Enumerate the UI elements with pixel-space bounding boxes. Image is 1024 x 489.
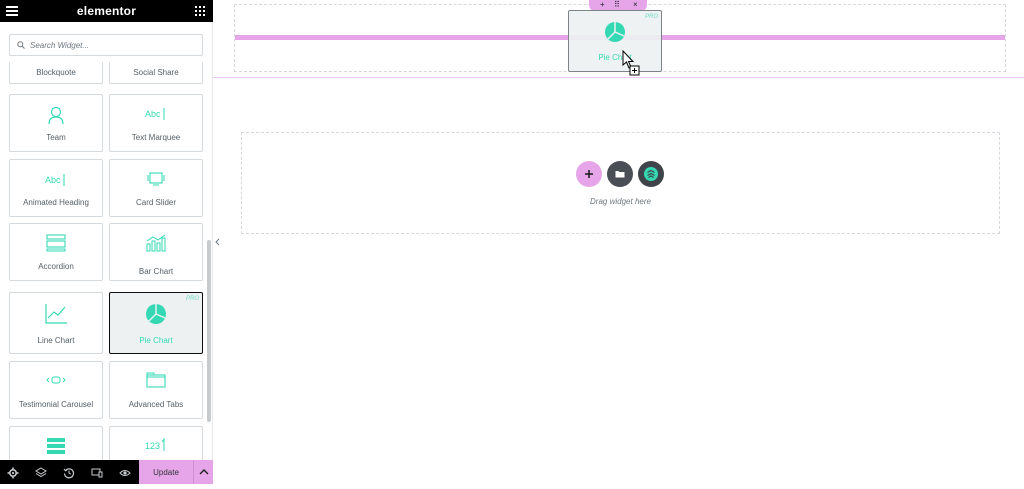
- widget-tile-line-chart[interactable]: Line Chart: [9, 292, 103, 354]
- panel-header: elementor: [0, 0, 213, 22]
- add-template-button[interactable]: [607, 161, 633, 187]
- search-box: [9, 34, 203, 56]
- svg-text:Abc: Abc: [145, 109, 161, 119]
- widget-label: Team: [46, 133, 66, 142]
- history-icon[interactable]: [63, 466, 75, 479]
- plus-icon: [585, 170, 593, 178]
- search-icon: [17, 41, 25, 49]
- widget-tile-accordion[interactable]: Accordion: [9, 223, 103, 281]
- widget-tile-pie-chart[interactable]: PRO Pie Chart: [109, 292, 203, 354]
- update-options-chevron-up-icon[interactable]: [193, 460, 213, 484]
- widget-tile-text-marquee[interactable]: Abc Text Marquee: [109, 94, 203, 152]
- widget-list-scrollbar[interactable]: [207, 240, 211, 422]
- card-slider-icon: [110, 172, 202, 191]
- text-marquee-icon: Abc: [110, 107, 202, 126]
- svg-text:Abc: Abc: [45, 175, 61, 185]
- widget-label: Pie Chart: [139, 336, 173, 345]
- widget-label: Line Chart: [37, 336, 75, 345]
- widget-label: Text Marquee: [131, 133, 181, 142]
- widgets-grid-icon[interactable]: [195, 6, 205, 16]
- animated-heading-icon: Abc: [10, 173, 102, 192]
- responsive-mode-icon[interactable]: [91, 466, 103, 478]
- widget-tile-testimonial-carousel[interactable]: Testimonial Carousel: [9, 361, 103, 419]
- essential-addons-logo-icon: [644, 167, 658, 181]
- drag-widget-hint: Drag widget here: [590, 197, 651, 206]
- widget-tile-team[interactable]: Team: [9, 94, 103, 152]
- widget-list: Blockquote Social Share Team Abc Text Ma…: [0, 62, 204, 460]
- pie-chart-icon: [569, 21, 661, 48]
- folder-icon: [615, 171, 625, 178]
- essential-addons-templates-button[interactable]: [638, 161, 664, 187]
- widget-tile-animated-heading[interactable]: Abc Animated Heading: [9, 159, 103, 217]
- team-member-icon: [10, 105, 102, 130]
- widget-label: Advanced Tabs: [128, 400, 184, 409]
- line-chart-icon: [10, 303, 102, 330]
- widget-tile-blockquote[interactable]: Blockquote: [9, 62, 103, 84]
- widget-label: Accordion: [38, 262, 74, 271]
- update-button[interactable]: Update: [139, 460, 193, 484]
- widget-tile-advanced-tabs[interactable]: Advanced Tabs: [109, 361, 203, 419]
- panel-footer: Update: [0, 460, 213, 484]
- widget-tile-card-slider[interactable]: Card Slider: [109, 159, 203, 217]
- widget-label: Bar Chart: [138, 267, 174, 276]
- editor-panel: elementor Blockquote Social Share Team: [0, 0, 213, 484]
- widget-label: Pie Chart: [598, 53, 632, 62]
- widget-tile-social-share[interactable]: Social Share: [109, 62, 203, 84]
- testimonial-carousel-icon: [10, 374, 102, 392]
- accordion-icon: [10, 234, 102, 257]
- preview-eye-icon[interactable]: [119, 466, 131, 478]
- widget-tile-counter[interactable]: 123: [109, 426, 203, 460]
- widget-label: Blockquote: [36, 68, 76, 77]
- section-boundary-line: [213, 77, 1024, 78]
- pro-badge: PRO: [644, 14, 658, 20]
- collapse-panel-chevron-left-icon[interactable]: [213, 234, 223, 250]
- widget-tile-list[interactable]: [9, 426, 103, 460]
- pro-badge: PRO: [185, 296, 199, 302]
- add-new-section-button[interactable]: [576, 161, 602, 187]
- add-section-button[interactable]: +: [600, 0, 605, 10]
- widget-label: Card Slider: [135, 198, 176, 207]
- bar-chart-icon: [110, 234, 202, 257]
- widget-tile-bar-chart[interactable]: Bar Chart: [109, 223, 203, 281]
- delete-section-button[interactable]: ×: [633, 0, 638, 10]
- advanced-tabs-icon: [110, 372, 202, 393]
- elementor-logo: elementor: [76, 4, 137, 18]
- search-input[interactable]: [30, 37, 198, 53]
- counter-icon: 123: [110, 437, 202, 458]
- drag-copy-cursor-icon: [622, 49, 640, 81]
- widget-label: Social Share: [133, 68, 179, 77]
- widget-label: Testimonial Carousel: [18, 400, 94, 409]
- navigator-layers-icon[interactable]: [35, 466, 47, 478]
- widget-label: Animated Heading: [23, 198, 89, 207]
- move-section-handle[interactable]: ⠿: [614, 0, 620, 10]
- list-icon: [10, 437, 102, 460]
- dragged-widget-pie-chart[interactable]: PRO Pie Chart: [568, 10, 662, 72]
- pie-chart-icon: [110, 303, 202, 330]
- svg-text:123: 123: [145, 441, 160, 451]
- settings-icon[interactable]: [7, 466, 19, 479]
